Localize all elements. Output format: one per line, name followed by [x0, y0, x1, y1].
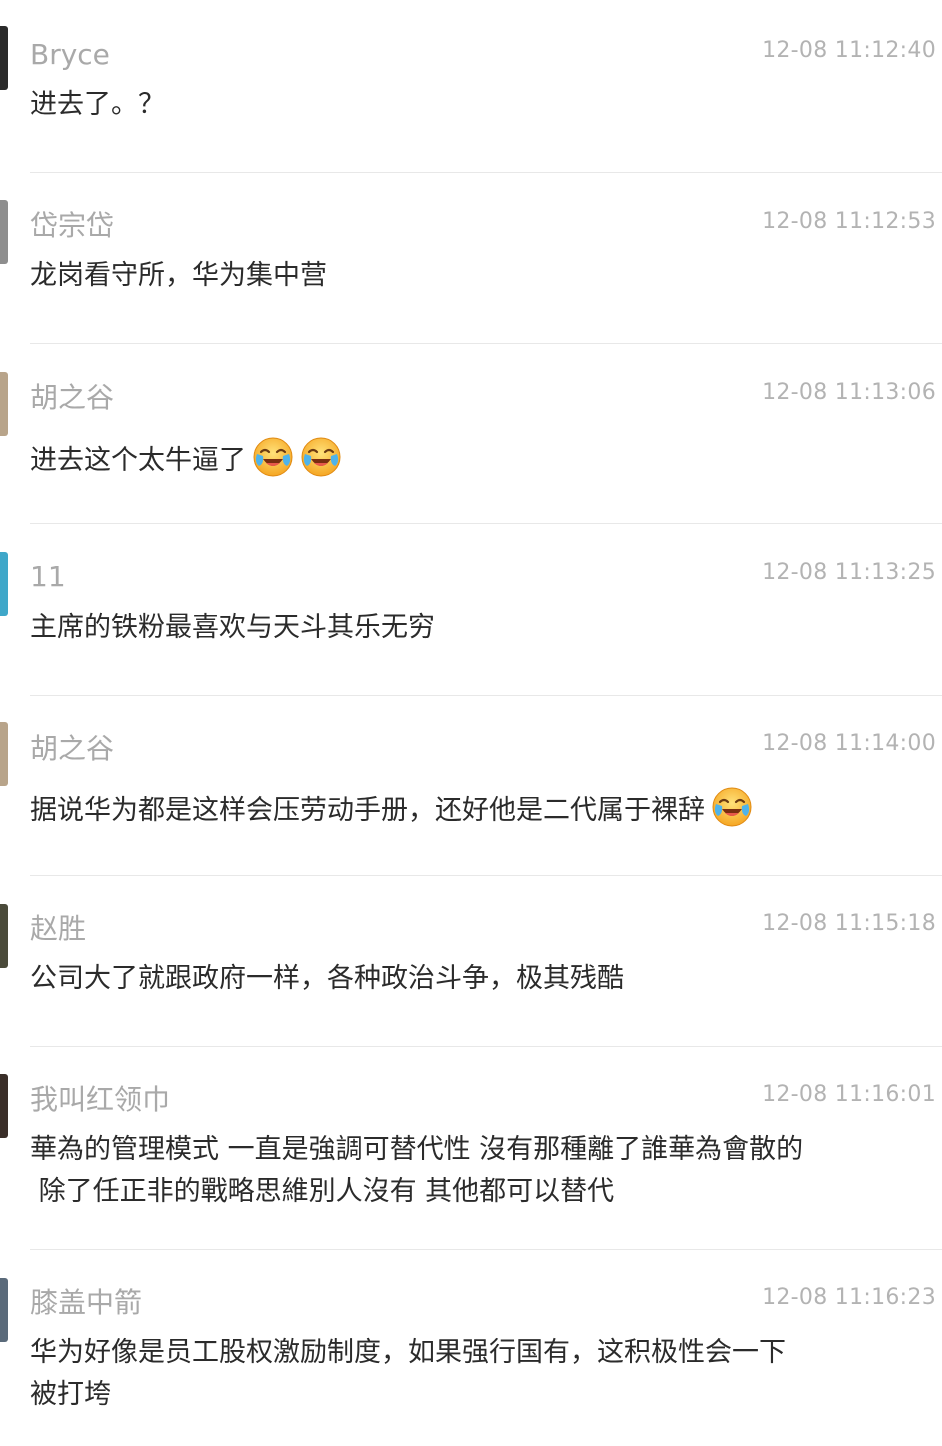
timestamp: 12-08 11:14:00	[762, 731, 936, 756]
timestamp: 12-08 11:13:25	[762, 560, 936, 585]
timestamp: 12-08 11:13:06	[762, 380, 936, 405]
comment-text-body: 华为好像是员工股权激励制度，如果强行国有，这积极性会一下 被打垮	[30, 1337, 786, 1410]
comment-text-body: 龙岗看守所，华为集中营	[30, 260, 327, 291]
comment-text: 龙岗看守所，华为集中营	[30, 255, 910, 297]
avatar[interactable]	[0, 904, 8, 968]
crying-laughing-emoji-icon	[711, 786, 753, 828]
avatar[interactable]	[0, 372, 8, 436]
crying-laughing-emoji-icon	[300, 436, 342, 478]
divider	[30, 875, 942, 876]
comment-text: 公司大了就跟政府一样，各种政治斗争，极其残酷	[30, 958, 910, 1000]
divider	[30, 523, 942, 524]
username[interactable]: 岱宗岱	[30, 209, 114, 243]
username[interactable]: Bryce	[30, 38, 110, 72]
comment-text: 華為的管理模式 一直是強調可替代性 沒有那種離了誰華為會散的 除了任正非的戰略思…	[30, 1129, 910, 1213]
comment-text-body: 華為的管理模式 一直是強調可替代性 沒有那種離了誰華為會散的 除了任正非的戰略思…	[30, 1134, 804, 1207]
timestamp: 12-08 11:12:40	[762, 38, 936, 63]
comment-text: 主席的铁粉最喜欢与天斗其乐无穷	[30, 607, 910, 649]
comment-text-body: 进去这个太牛逼了	[30, 445, 246, 476]
comment-text-body: 进去了。？	[30, 89, 165, 120]
username[interactable]: 胡之谷	[30, 732, 114, 766]
comment-text-body: 公司大了就跟政府一样，各种政治斗争，极其残酷	[30, 963, 624, 994]
avatar[interactable]	[0, 722, 8, 786]
comment-text: 进去了。？	[30, 84, 910, 126]
comment-text: 据说华为都是这样会压劳动手册，还好他是二代属于裸辞	[30, 786, 910, 832]
divider	[30, 343, 942, 344]
username[interactable]: 胡之谷	[30, 381, 114, 415]
timestamp: 12-08 11:15:18	[762, 911, 936, 936]
timestamp: 12-08 11:16:01	[762, 1082, 936, 1107]
username[interactable]: 膝盖中箭	[30, 1286, 142, 1320]
divider	[30, 695, 942, 696]
avatar[interactable]	[0, 1278, 8, 1342]
username[interactable]: 我叫红领巾	[30, 1083, 170, 1117]
comment-text-body: 主席的铁粉最喜欢与天斗其乐无穷	[30, 612, 435, 643]
divider	[30, 1046, 942, 1047]
divider	[30, 172, 942, 173]
username[interactable]: 赵胜	[30, 912, 86, 946]
comment-text: 华为好像是员工股权激励制度，如果强行国有，这积极性会一下 被打垮	[30, 1332, 910, 1416]
avatar[interactable]	[0, 1074, 8, 1138]
comment-text-body: 据说华为都是这样会压劳动手册，还好他是二代属于裸辞	[30, 795, 705, 826]
comment-text: 进去这个太牛逼了	[30, 436, 910, 482]
crying-laughing-emoji-icon	[252, 436, 294, 478]
avatar[interactable]	[0, 26, 8, 90]
avatar[interactable]	[0, 200, 8, 264]
divider	[30, 1249, 942, 1250]
username[interactable]: 11	[30, 560, 66, 594]
timestamp: 12-08 11:12:53	[762, 209, 936, 234]
avatar[interactable]	[0, 552, 8, 616]
timestamp: 12-08 11:16:23	[762, 1285, 936, 1310]
